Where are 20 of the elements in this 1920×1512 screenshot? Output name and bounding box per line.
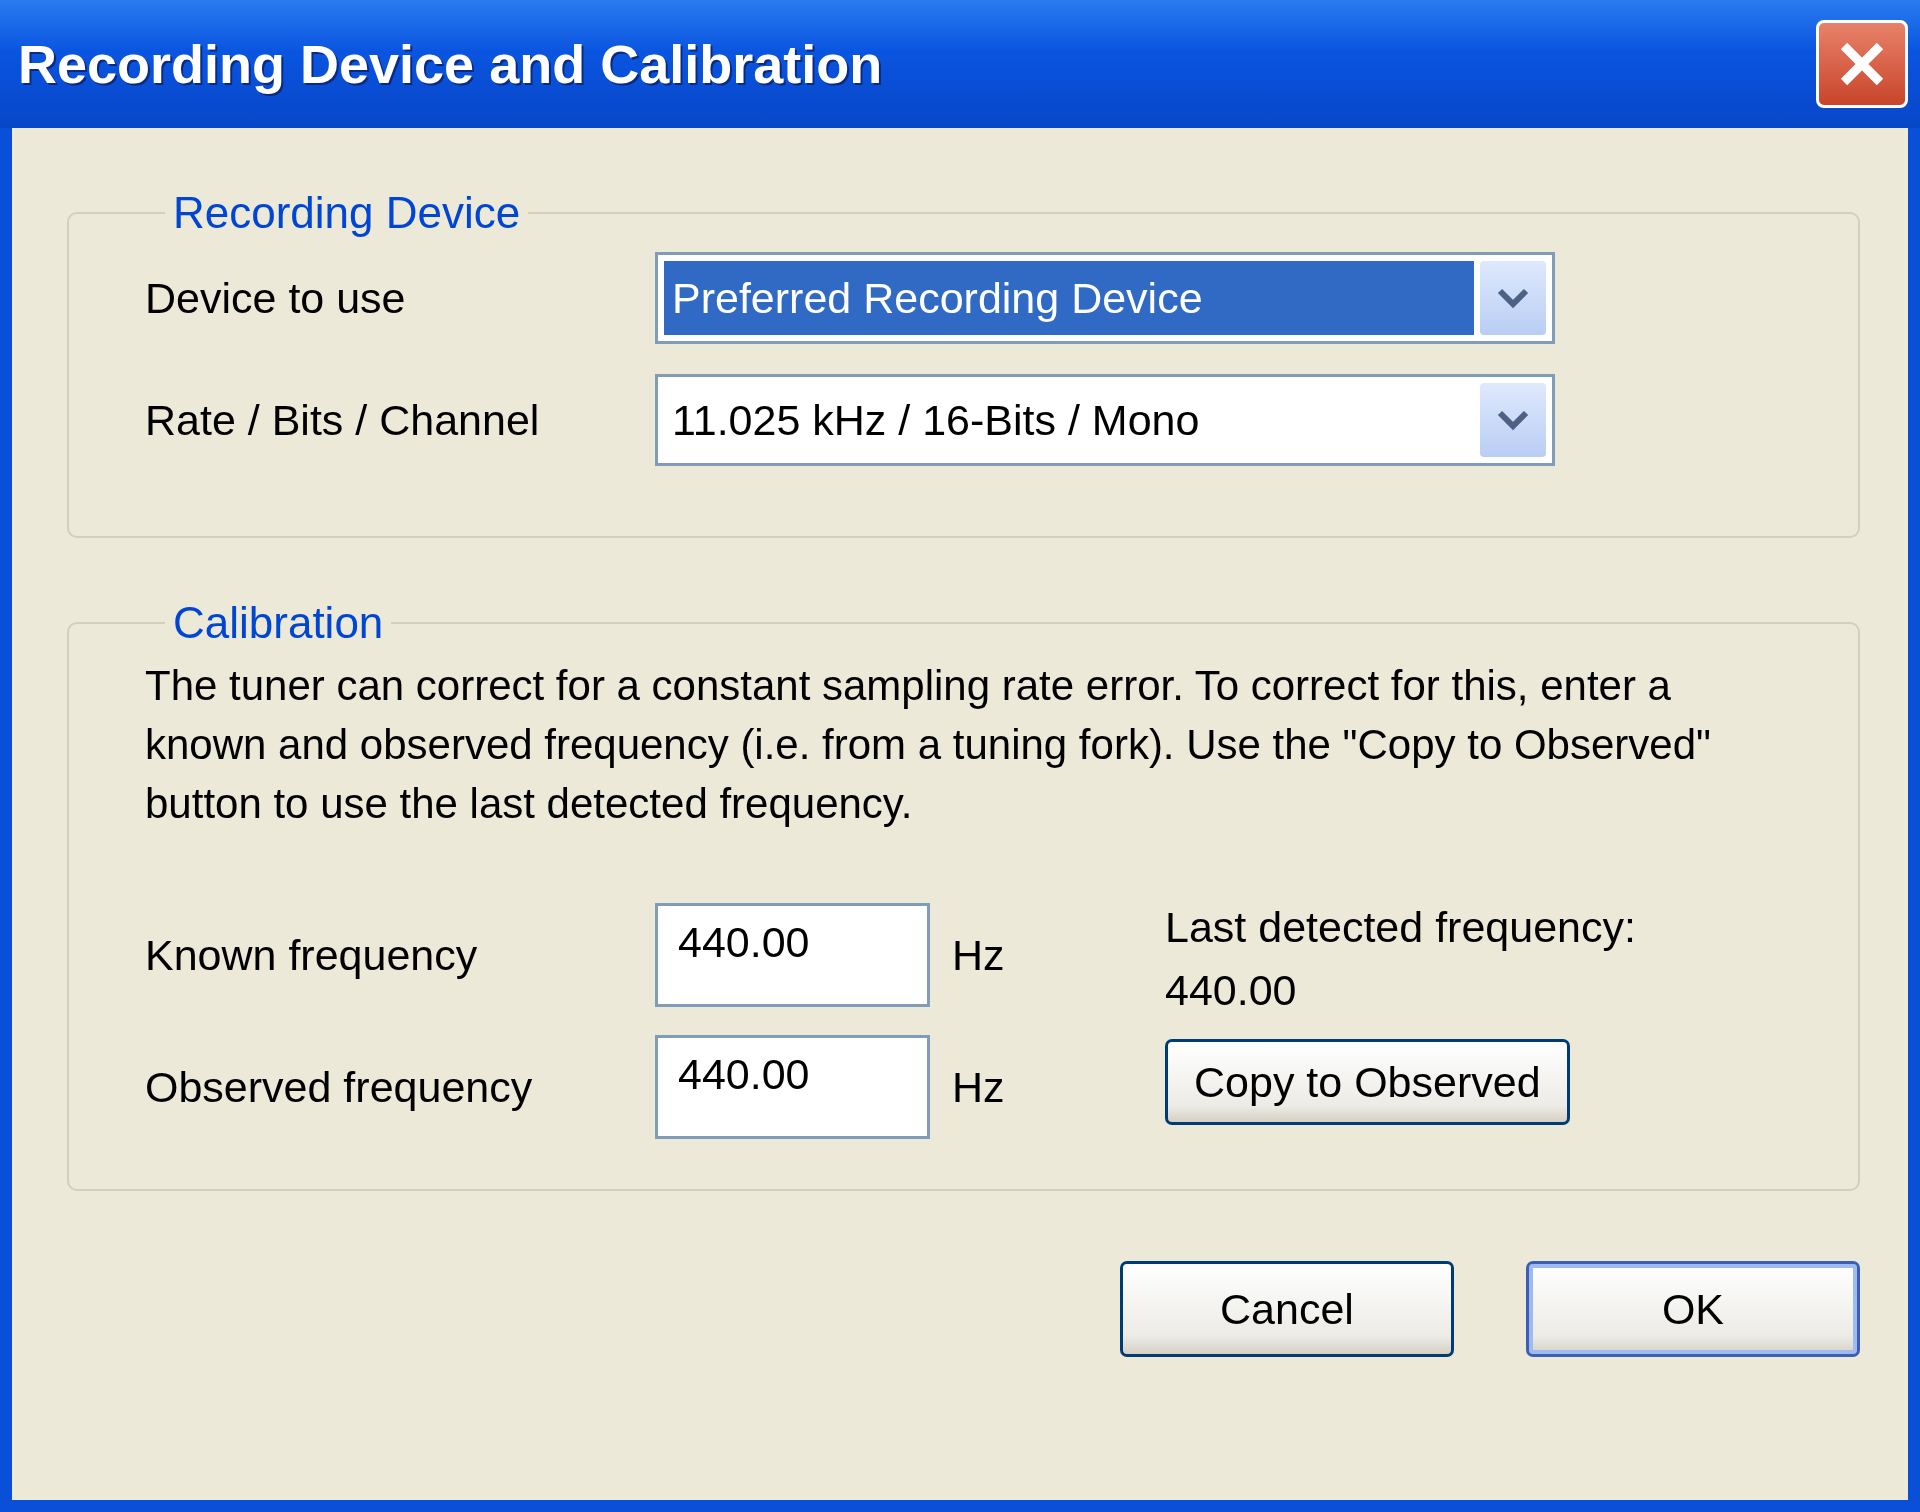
group-legend: Recording Device [165, 188, 529, 238]
dropdown[interactable]: Preferred Recording Device [655, 252, 1555, 344]
copy-button[interactable]: Copy to Observed [1165, 1039, 1570, 1125]
field-label: Device to use [145, 273, 407, 323]
description-text: The tuner can correct for a constant sampling rate error. To correct for this, enter a known and observed frequency (i.e. from a tuning fork). Use the "Copy to Observed" button to use the last detected frequency. [145, 661, 1712, 829]
field-label: Observed frequency [145, 1062, 534, 1112]
last-detected-value: 440.00 [1165, 966, 1297, 1015]
input-field[interactable]: 440.00 [655, 1035, 930, 1139]
input-field[interactable]: 440.00 [655, 903, 930, 1007]
dialog-button[interactable]: OK [1526, 1261, 1860, 1357]
field-label: Rate / Bits / Channel [145, 395, 541, 445]
field-label: Known frequency [145, 930, 479, 980]
unit-label: Hz [951, 1062, 1006, 1112]
dialog-button[interactable]: Cancel [1120, 1261, 1454, 1357]
group-legend: Calibration [165, 598, 392, 648]
window-title: Recording Device and Calibration [18, 33, 883, 95]
unit-label: Hz [951, 930, 1006, 980]
dropdown[interactable]: 11.025 kHz / 16-Bits / Mono [655, 374, 1555, 466]
dropdown-value: Preferred Recording Device [664, 261, 1474, 335]
last-detected-label: Last detected frequency: [1165, 903, 1636, 952]
